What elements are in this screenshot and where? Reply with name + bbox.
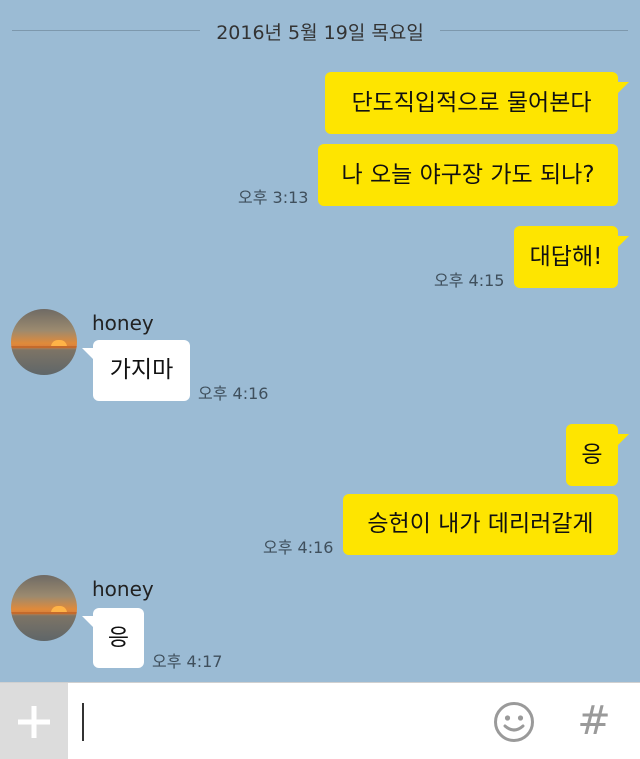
message-time: 오후 4:15 xyxy=(434,271,505,290)
friend-message-bubble[interactable]: 응 xyxy=(93,608,144,668)
message-time: 오후 4:16 xyxy=(198,384,269,403)
my-message-bubble[interactable]: 단도직입적으로 물어본다 xyxy=(325,72,618,134)
message-text: 응 xyxy=(107,624,130,651)
my-message-bubble[interactable]: 응 xyxy=(566,424,618,486)
message-text: 나 오늘 야구장 가도 되나? xyxy=(341,161,595,188)
friend-name: honey xyxy=(92,311,154,335)
friend-name: honey xyxy=(92,577,154,601)
message-text: 가지마 xyxy=(109,357,174,383)
friend-avatar[interactable] xyxy=(11,309,77,375)
message-text: 단도직입적으로 물어본다 xyxy=(351,89,592,116)
plus-icon xyxy=(18,705,50,738)
avatar-horizon xyxy=(11,346,77,348)
divider-line-right xyxy=(440,30,628,31)
bubble-tail xyxy=(617,236,629,248)
message-time: 오후 4:16 xyxy=(263,538,334,557)
date-divider-text: 2016년 5월 19일 목요일 xyxy=(216,22,424,44)
bubble-tail xyxy=(617,82,629,94)
divider-line-left xyxy=(12,30,200,31)
my-message-bubble[interactable]: 승헌이 내가 데리러갈게 xyxy=(343,494,618,555)
smiley-icon[interactable] xyxy=(493,701,535,743)
date-divider: 2016년 5월 19일 목요일 xyxy=(0,14,640,48)
message-input-bar: # xyxy=(0,682,640,759)
avatar-horizon xyxy=(11,612,77,614)
my-message-bubble[interactable]: 나 오늘 야구장 가도 되나? xyxy=(318,144,618,206)
message-time: 오후 4:17 xyxy=(152,652,223,671)
message-input-cursor[interactable] xyxy=(82,703,84,741)
my-message-bubble[interactable]: 대답해! xyxy=(514,226,618,288)
message-text: 승헌이 내가 데리러갈게 xyxy=(367,511,594,537)
add-attachment-button[interactable] xyxy=(0,683,68,759)
message-text: 응 xyxy=(581,441,603,468)
message-text: 대답해! xyxy=(529,243,603,270)
friend-message-bubble[interactable]: 가지마 xyxy=(93,340,190,401)
friend-avatar[interactable] xyxy=(11,575,77,641)
bubble-tail xyxy=(617,434,629,446)
message-time: 오후 3:13 xyxy=(238,188,309,207)
hash-button[interactable]: # xyxy=(572,697,616,745)
